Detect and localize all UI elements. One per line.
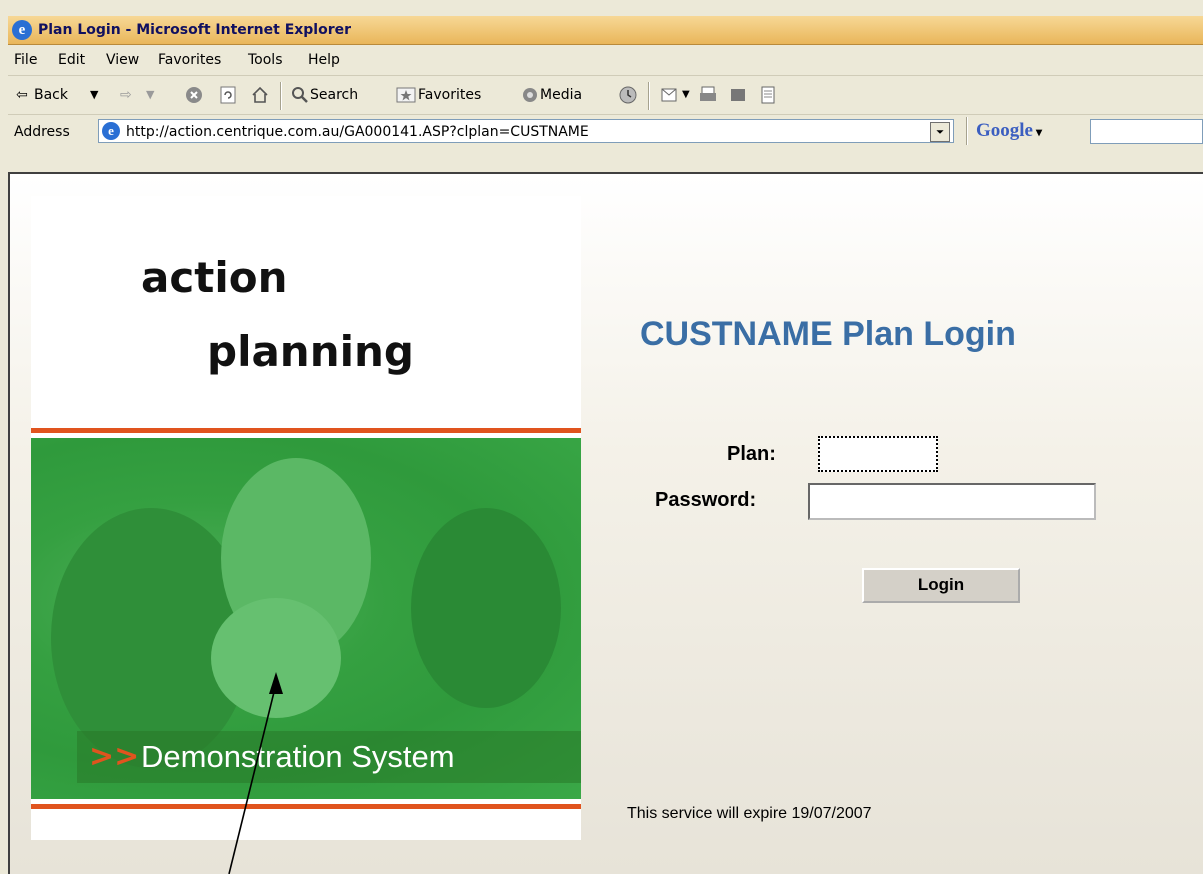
logo-line-planning: planning	[207, 327, 414, 376]
logo-line-action: action	[141, 253, 288, 302]
demo-caption-bar: >> Demonstration System	[77, 731, 581, 783]
media-button[interactable]: Media	[520, 76, 608, 114]
google-logo-text: Google	[976, 120, 1033, 141]
mail-icon[interactable]	[660, 85, 680, 105]
photo-figure-right	[411, 508, 561, 708]
favorites-label: Favorites	[418, 87, 482, 103]
toolbar-separator	[648, 82, 650, 110]
browser-window: e Plan Login - Microsoft Internet Explor…	[0, 0, 1203, 874]
password-label: Password:	[655, 489, 757, 511]
login-button[interactable]: Login	[862, 568, 1020, 603]
accent-line-top	[31, 428, 581, 433]
media-icon	[523, 88, 537, 102]
expiry-notice: This service will expire 19/07/2007	[627, 805, 872, 822]
print-icon[interactable]	[698, 85, 718, 105]
back-arrow-icon: ⇦	[16, 87, 28, 103]
chevron-down-icon[interactable]: ▼	[682, 86, 690, 104]
banner-image: action planning >> Demonstration System	[31, 196, 581, 840]
address-input[interactable]: e http://action.centrique.com.au/GA00014…	[98, 119, 954, 143]
chevron-down-icon: ▼	[146, 88, 155, 101]
favorites-button[interactable]: Favorites	[396, 76, 508, 114]
forward-button[interactable]: ⇨ ▼	[118, 76, 166, 114]
menu-help[interactable]: Help	[308, 52, 340, 68]
toolbar-separator	[280, 82, 282, 110]
back-button[interactable]: ⇦ Back ▼	[12, 76, 116, 114]
toolbar: ⇦ Back ▼ ⇨ ▼ Search Favorites Media ▼	[8, 76, 1203, 115]
google-logo[interactable]: Google ▾	[976, 120, 1042, 143]
home-icon[interactable]	[250, 85, 270, 105]
password-input[interactable]	[808, 483, 1096, 520]
plan-input[interactable]	[818, 436, 938, 472]
discuss-icon[interactable]	[728, 85, 748, 105]
team-photo: >> Demonstration System	[31, 438, 581, 799]
menu-edit[interactable]: Edit	[58, 52, 85, 68]
chevron-down-icon: ▼	[90, 88, 99, 101]
refresh-icon[interactable]	[218, 85, 238, 105]
toolbar-separator	[966, 117, 968, 145]
document-icon[interactable]	[758, 85, 778, 105]
google-search-input[interactable]	[1090, 119, 1203, 144]
menu-favorites[interactable]: Favorites	[158, 52, 221, 68]
demo-caption: Demonstration System	[141, 739, 455, 774]
back-label: Back	[34, 87, 68, 103]
ie-icon: e	[12, 20, 32, 40]
plan-label: Plan:	[727, 443, 776, 465]
address-url: http://action.centrique.com.au/GA000141.…	[126, 124, 589, 140]
stop-icon[interactable]	[184, 85, 204, 105]
menu-bar: File Edit View Favorites Tools Help	[8, 45, 1203, 76]
window-title: Plan Login - Microsoft Internet Explorer	[38, 22, 352, 38]
search-button[interactable]: Search	[290, 76, 382, 114]
address-label: Address	[14, 124, 70, 140]
ie-page-icon: e	[102, 122, 120, 140]
media-label: Media	[540, 87, 583, 103]
search-label: Search	[310, 87, 359, 103]
search-icon	[292, 87, 308, 103]
page-content: action planning >> Demonstration System …	[8, 172, 1203, 874]
photo-hand	[211, 598, 341, 718]
favorites-star-icon	[396, 87, 416, 103]
forward-arrow-icon: ⇨	[120, 87, 132, 103]
address-dropdown-icon[interactable]	[930, 122, 950, 142]
history-icon[interactable]	[618, 85, 638, 105]
menu-tools[interactable]: Tools	[248, 52, 283, 68]
title-bar: e Plan Login - Microsoft Internet Explor…	[8, 16, 1203, 45]
menu-file[interactable]: File	[14, 52, 37, 68]
page-title: CUSTNAME Plan Login	[640, 315, 1016, 353]
caption-arrows: >>	[89, 739, 140, 774]
address-bar: Address e http://action.centrique.com.au…	[8, 115, 1203, 149]
menu-view[interactable]: View	[106, 52, 139, 68]
accent-line-bottom	[31, 804, 581, 809]
